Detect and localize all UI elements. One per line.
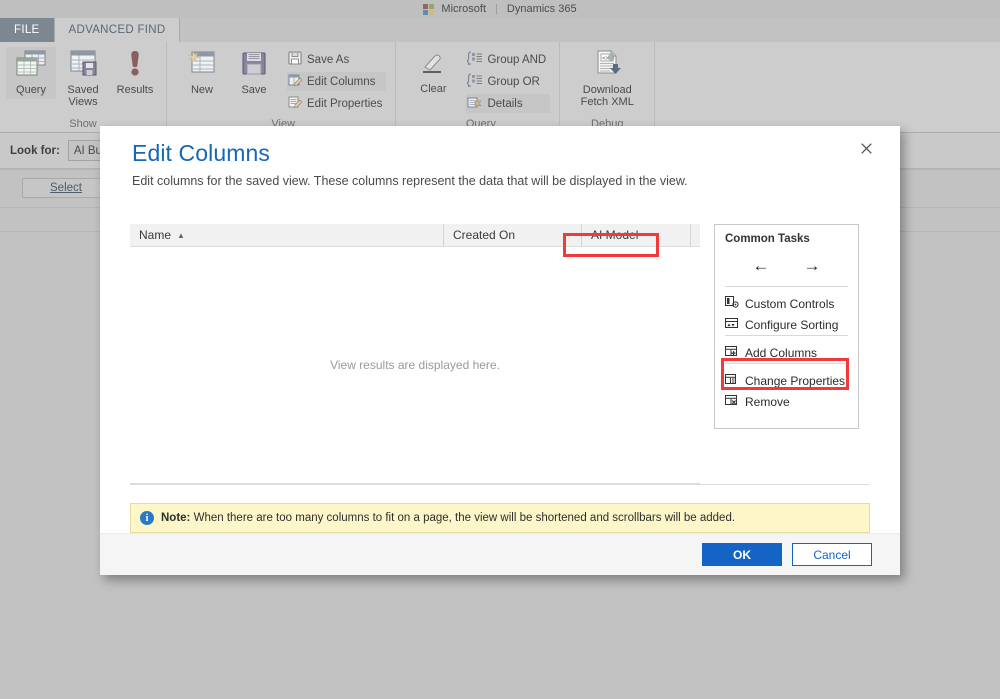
dialog-subtitle: Edit columns for the saved view. These c… <box>132 174 868 188</box>
grid-column-created-on-label: Created On <box>453 228 515 242</box>
edit-columns-dialog: Edit Columns Edit columns for the saved … <box>100 126 900 575</box>
task-remove[interactable]: Remove <box>715 391 858 412</box>
note-banner: i Note: When there are too many columns … <box>130 503 870 533</box>
info-icon: i <box>140 511 154 525</box>
column-preview-grid: Name ▲ Created On AI Model View results … <box>130 224 700 484</box>
configure-sorting-icon <box>725 317 739 333</box>
dialog-body: Name ▲ Created On AI Model View results … <box>100 188 900 484</box>
note-prefix: Note: <box>161 512 190 524</box>
add-columns-icon <box>725 345 739 361</box>
task-remove-label: Remove <box>745 395 790 409</box>
task-custom-controls[interactable]: Custom Controls <box>715 293 858 314</box>
grid-empty-message: View results are displayed here. <box>330 358 500 372</box>
common-tasks-divider <box>725 286 848 287</box>
arrow-left-icon[interactable]: ← <box>753 257 770 274</box>
task-add-columns-label: Add Columns <box>745 346 817 360</box>
grid-empty-area: View results are displayed here. <box>130 247 700 484</box>
task-change-properties[interactable]: Change Properties <box>715 370 858 391</box>
dialog-divider <box>130 484 870 485</box>
cancel-button[interactable]: Cancel <box>792 543 872 566</box>
custom-controls-icon <box>725 296 739 312</box>
grid-column-name-label: Name <box>139 228 171 242</box>
sort-ascending-icon: ▲ <box>177 231 185 240</box>
change-properties-icon <box>725 373 739 389</box>
remove-icon <box>725 394 739 410</box>
ok-button[interactable]: OK <box>702 543 782 566</box>
dialog-footer: OK Cancel <box>100 533 900 575</box>
grid-column-ai-model[interactable]: AI Model <box>582 224 691 246</box>
common-tasks-divider-2 <box>725 335 848 336</box>
grid-header-row: Name ▲ Created On AI Model <box>130 224 700 247</box>
modal-overlay: Edit Columns Edit columns for the saved … <box>0 0 1000 699</box>
task-configure-sorting[interactable]: Configure Sorting <box>715 314 858 335</box>
task-configure-sorting-label: Configure Sorting <box>745 318 838 332</box>
arrow-right-icon[interactable]: → <box>804 257 821 274</box>
grid-column-ai-model-label: AI Model <box>591 228 638 242</box>
close-icon[interactable] <box>856 138 876 158</box>
grid-column-created-on[interactable]: Created On <box>444 224 582 246</box>
common-tasks-divider-3 <box>725 363 848 364</box>
common-tasks-arrows: ← → <box>715 245 858 286</box>
close-glyph <box>861 143 872 154</box>
dialog-header: Edit Columns Edit columns for the saved … <box>100 126 900 188</box>
task-custom-controls-label: Custom Controls <box>745 297 834 311</box>
task-add-columns[interactable]: Add Columns <box>715 342 858 363</box>
common-tasks-title: Common Tasks <box>715 233 858 245</box>
common-tasks-panel: Common Tasks ← → Custom C <box>714 224 859 429</box>
task-change-properties-label: Change Properties <box>745 374 845 388</box>
page-title: Edit Columns <box>132 140 868 167</box>
grid-column-name[interactable]: Name ▲ <box>130 224 444 246</box>
grid-column-blank[interactable] <box>691 224 700 246</box>
note-text: When there are too many columns to fit o… <box>194 512 735 524</box>
